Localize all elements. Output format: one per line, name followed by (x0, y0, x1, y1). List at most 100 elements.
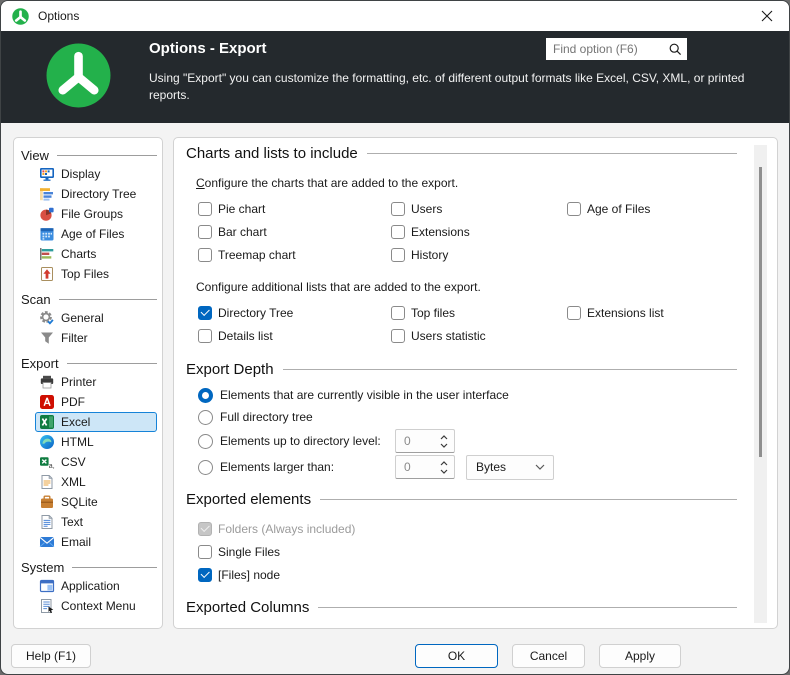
radio-button (198, 434, 213, 449)
spinner-up-button[interactable] (440, 461, 448, 466)
unit-select[interactable]: Bytes (466, 455, 554, 480)
spinner-down-button[interactable] (440, 443, 448, 448)
sidebar-item-filter[interactable]: Filter (35, 328, 157, 348)
sidebar-item-email[interactable]: Email (35, 532, 157, 552)
sidebar-item-pdf[interactable]: PDF (35, 392, 157, 412)
page-header: Options - Export Using "Export" you can … (1, 31, 789, 123)
sidebar-item-directory-tree[interactable]: Directory Tree (35, 184, 157, 204)
exported-elements-list: Folders (Always included) Single Files [Fi… (198, 517, 737, 586)
checkbox-box (198, 225, 212, 239)
unit-value: Bytes (467, 460, 535, 474)
radio-button (198, 388, 213, 403)
sidebar-item-display[interactable]: Display (35, 164, 157, 184)
search-input[interactable] (546, 42, 668, 56)
scrollbar-thumb[interactable] (759, 167, 762, 457)
elements-larger-than-spinner[interactable]: 0 (395, 455, 455, 479)
sidebar-section-view: View (14, 146, 162, 164)
ok-button[interactable]: OK (415, 644, 498, 668)
spinner-value: 0 (396, 434, 440, 448)
checkbox-label: Details list (218, 329, 273, 343)
apply-button[interactable]: Apply (599, 644, 681, 668)
checkbox-users-statistic[interactable]: Users statistic (391, 324, 567, 347)
sidebar-section-system: System (14, 558, 162, 576)
radio-elements-up-to-directory-level[interactable]: Elements up to directory level:0 (198, 428, 737, 454)
checkbox-label: Users statistic (411, 329, 486, 343)
sidebar-item-charts[interactable]: Charts (35, 244, 157, 264)
radio-label: Elements that are currently visible in t… (220, 388, 509, 402)
close-button[interactable] (745, 1, 789, 31)
spinner-up-button[interactable] (440, 435, 448, 440)
checkbox-users[interactable]: Users (391, 197, 567, 220)
sidebar-item-age-of-files[interactable]: Age of Files (35, 224, 157, 244)
printer-icon (39, 374, 55, 390)
checkbox-pie-chart[interactable]: Pie chart (198, 197, 391, 220)
radio-elements-larger-than[interactable]: Elements larger than:0Bytes (198, 454, 737, 480)
spinner-down-button[interactable] (440, 469, 448, 474)
sidebar-section-export: Export (14, 354, 162, 372)
sidebar-item-xml[interactable]: XML (35, 472, 157, 492)
sidebar-item-label: Text (61, 515, 83, 529)
sidebar-item-label: HTML (61, 435, 94, 449)
sidebar-item-label: PDF (61, 395, 85, 409)
display-icon (39, 166, 55, 182)
checkbox-box (198, 545, 212, 559)
general-icon (39, 310, 55, 326)
file-groups-icon (39, 206, 55, 222)
sidebar-item-label: Age of Files (61, 227, 124, 241)
sidebar-item-label: Excel (61, 415, 90, 429)
charts-icon (39, 246, 55, 262)
sidebar-item-printer[interactable]: Printer (35, 372, 157, 392)
checkbox-single-files[interactable]: Single Files (198, 540, 737, 563)
sidebar-item-label: Directory Tree (61, 187, 136, 201)
sidebar-item-html[interactable]: HTML (35, 432, 157, 452)
checkbox-files-node[interactable]: [Files] node (198, 563, 737, 586)
sidebar-item-sqlite[interactable]: SQLite (35, 492, 157, 512)
checkbox-label: Bar chart (218, 225, 267, 239)
checkbox-age-of-files[interactable]: Age of Files (567, 197, 737, 220)
sidebar-item-csv[interactable]: a,CSV (35, 452, 157, 472)
sidebar-item-label: File Groups (61, 207, 123, 221)
checkbox-label: History (411, 248, 448, 262)
cancel-button[interactable]: Cancel (512, 644, 585, 668)
sidebar-section-scan: Scan (14, 290, 162, 308)
checkbox-bar-chart[interactable]: Bar chart (198, 220, 391, 243)
checkbox-box (391, 225, 405, 239)
section-divider (320, 499, 737, 500)
checkbox-extensions[interactable]: Extensions (391, 220, 567, 243)
pdf-icon (39, 394, 55, 410)
checkbox-extensions-list[interactable]: Extensions list (567, 301, 737, 324)
chevron-down-icon (535, 464, 553, 470)
sidebar-item-label: SQLite (61, 495, 98, 509)
filter-icon (39, 330, 55, 346)
checkbox-directory-tree[interactable]: Directory Tree (198, 301, 391, 324)
text-icon (39, 514, 55, 530)
scrollbar[interactable] (754, 145, 767, 623)
checkbox-details-list[interactable]: Details list (198, 324, 391, 347)
sidebar-item-file-groups[interactable]: File Groups (35, 204, 157, 224)
checkbox-top-files[interactable]: Top files (391, 301, 567, 324)
checkbox-label: Extensions (411, 225, 470, 239)
options-dialog: Options Options - Export Using "Export" … (0, 0, 790, 675)
checkbox-label: Single Files (218, 545, 280, 559)
section-title: Export Depth (186, 361, 274, 378)
help-button[interactable]: Help (F1) (11, 644, 91, 668)
sidebar-item-application[interactable]: Application (35, 576, 157, 596)
checkbox-box (198, 306, 212, 320)
radio-full-directory-tree[interactable]: Full directory tree (198, 406, 737, 428)
checkbox-treemap-chart[interactable]: Treemap chart (198, 243, 391, 266)
find-option-search[interactable] (546, 38, 687, 60)
sidebar-item-top-files[interactable]: Top Files (35, 264, 157, 284)
radio-elements-that-are-currently-visible-in-the-user-interface[interactable]: Elements that are currently visible in t… (198, 384, 737, 406)
checkbox-history[interactable]: History (391, 243, 567, 266)
directory-tree-icon (39, 186, 55, 202)
sidebar-item-text[interactable]: Text (35, 512, 157, 532)
checkbox-folders-always-included: Folders (Always included) (198, 517, 737, 540)
checkbox-box (391, 248, 405, 262)
elements-up-to-directory-level-spinner[interactable]: 0 (395, 429, 455, 453)
sidebar-item-excel[interactable]: Excel (35, 412, 157, 432)
sidebar-item-general[interactable]: General (35, 308, 157, 328)
sidebar-item-context-menu[interactable]: Context Menu (35, 596, 157, 616)
section-divider (367, 153, 737, 154)
spinner-arrows (440, 435, 454, 448)
radio-label: Full directory tree (220, 410, 313, 424)
